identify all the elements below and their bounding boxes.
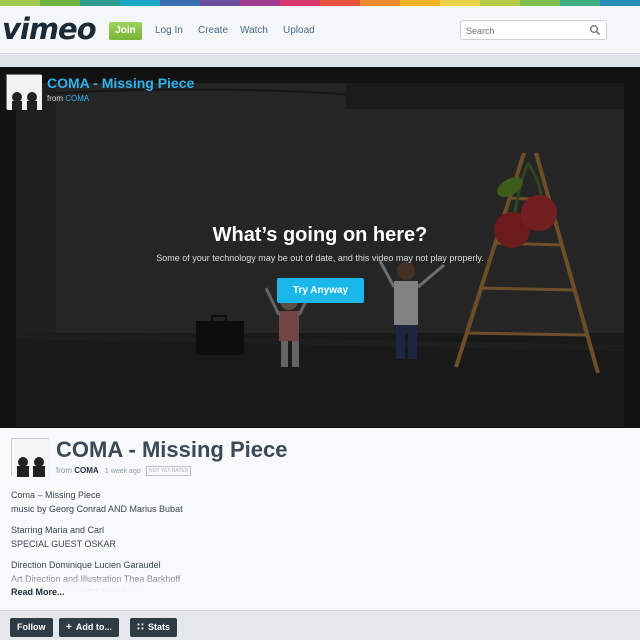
channel-avatar-small[interactable]	[11, 438, 50, 477]
description-paragraph: Starring Maria and Carl SPECIAL GUEST OSK…	[11, 523, 611, 551]
search-box[interactable]	[460, 20, 607, 40]
page-title: COMA - Missing Piece	[56, 437, 288, 462]
video-dim-overlay	[0, 67, 640, 428]
video-from-line: from COMA	[47, 94, 89, 103]
from-label: from	[47, 94, 63, 103]
channel-avatar[interactable]	[6, 74, 42, 110]
action-toolbar: Follow + Add to... ∷ Stats	[0, 610, 640, 640]
nav-upload[interactable]: Upload	[283, 25, 315, 36]
description-line: music by Georg Conrad AND Marius Bubat	[11, 504, 183, 514]
warning-subtitle: Some of your technology may be out of da…	[156, 253, 484, 263]
upload-date: 1 week ago	[104, 468, 141, 475]
warning-title: What’s going on here?	[212, 224, 428, 246]
add-to-label: Add to...	[75, 622, 112, 632]
nav-watch[interactable]: Watch	[240, 25, 268, 36]
follow-label: Follow	[17, 622, 46, 632]
description-line: SPECIAL GUEST OSKAR	[11, 539, 117, 549]
header-divider	[0, 55, 640, 67]
read-more-link[interactable]: Read More...	[11, 587, 65, 597]
try-anyway-button[interactable]: Try Anyway	[277, 278, 364, 303]
nav-login[interactable]: Log In	[155, 25, 183, 36]
from-label: from	[56, 466, 72, 475]
stats-icon: ∷	[137, 622, 144, 633]
join-button[interactable]: Join	[109, 22, 142, 40]
channel-link[interactable]: COMA	[65, 94, 89, 103]
add-to-button[interactable]: + Add to...	[59, 618, 119, 637]
description-fade	[0, 568, 640, 598]
video-title-link[interactable]: COMA - Missing Piece	[47, 75, 194, 91]
nav-create[interactable]: Create	[198, 25, 228, 36]
rating-badge: NOT YET RATED	[145, 466, 192, 476]
follow-button[interactable]: Follow	[10, 618, 53, 637]
vimeo-logo[interactable]: vimeo	[2, 12, 97, 46]
stats-label: Stats	[147, 622, 170, 632]
search-icon[interactable]	[589, 24, 601, 36]
stats-button[interactable]: ∷ Stats	[130, 618, 177, 637]
description-line: Coma – Missing Piece	[11, 490, 101, 500]
description-paragraph: Coma – Missing Piece music by Georg Conra…	[11, 488, 611, 516]
plus-icon: +	[66, 622, 72, 633]
search-input[interactable]	[466, 24, 586, 37]
channel-link[interactable]: COMA	[74, 466, 98, 475]
video-info-panel: COMA - Missing Piece from COMA 1 week ag…	[0, 428, 640, 610]
site-header: vimeo Join Log In Create Watch Upload	[0, 6, 640, 54]
video-meta: from COMA 1 week ago NOT YET RATED	[56, 466, 192, 476]
description-line: Starring Maria and Carl	[11, 525, 105, 535]
video-player[interactable]: COMA - Missing Piece from COMA What’s go…	[0, 67, 640, 428]
